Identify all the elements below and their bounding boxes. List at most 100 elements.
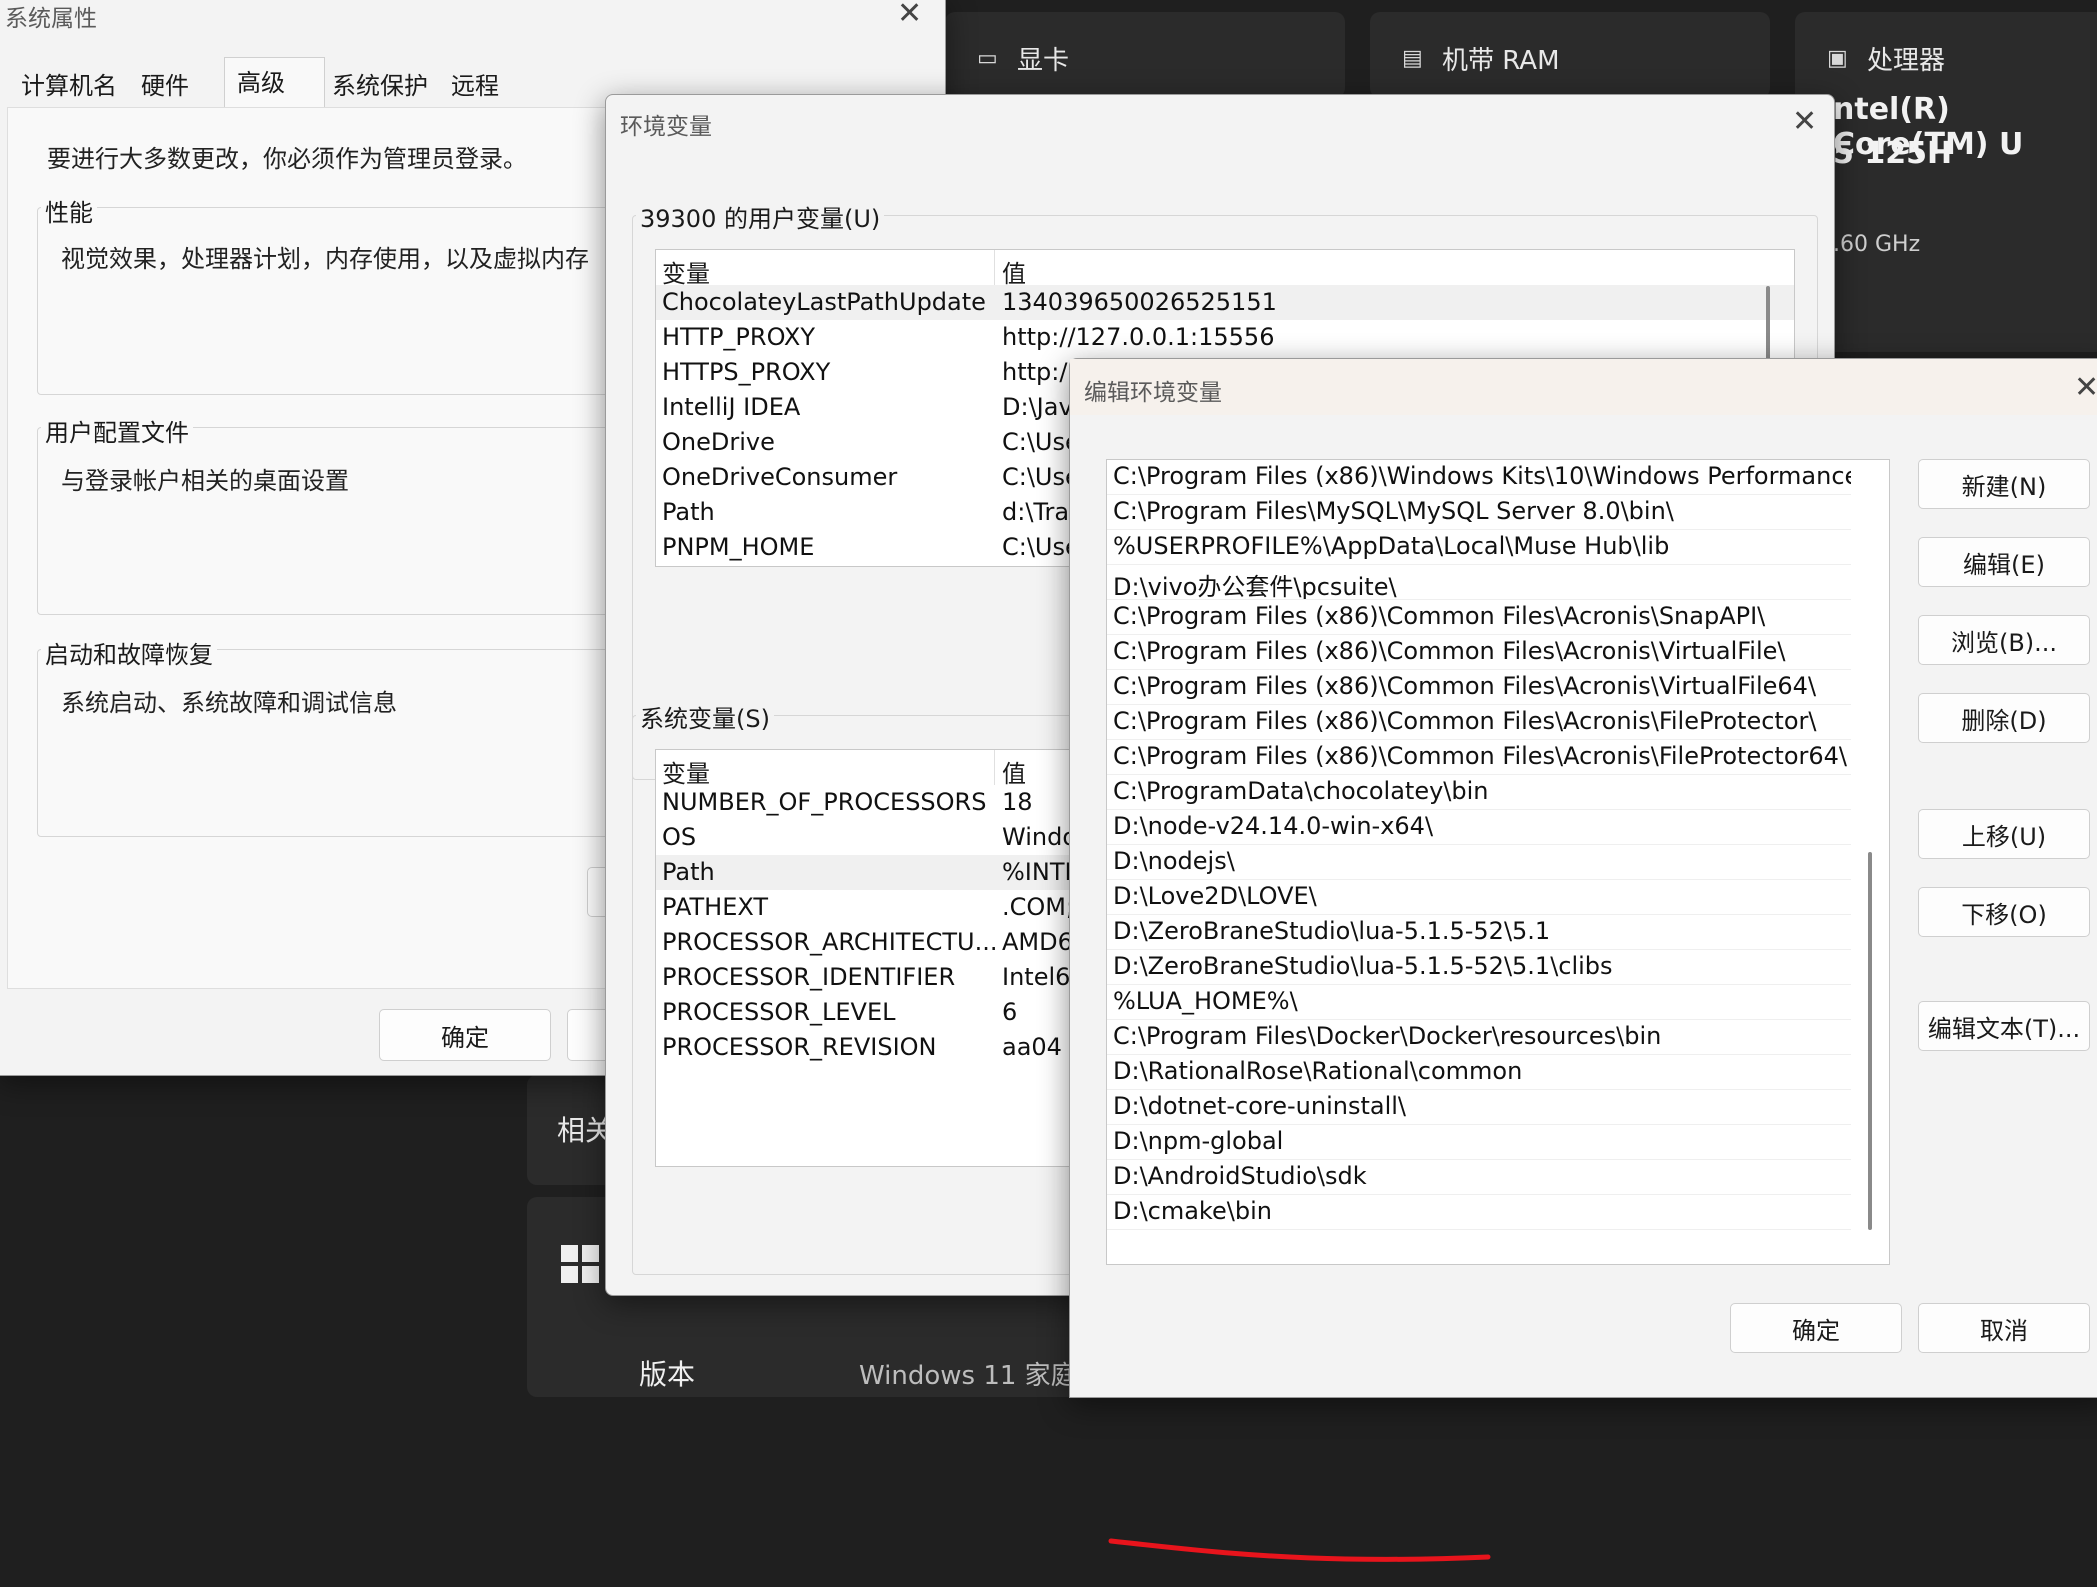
variable-value: http://127.0.0.1:15556 — [1002, 323, 1275, 351]
path-item[interactable]: D:\dotnet-core-uninstall\ — [1107, 1090, 1851, 1125]
edition-label: 版本 — [639, 1358, 696, 1391]
gpu-card-label: 显卡 — [1017, 46, 1070, 76]
header-divider — [994, 750, 995, 785]
memory-icon: ▤ — [1402, 46, 1423, 71]
variable-name: PNPM_HOME — [662, 533, 815, 561]
gpu-icon: ▭ — [977, 46, 998, 71]
col-value-header[interactable]: 值 — [1002, 254, 1026, 289]
path-item[interactable]: D:\AndroidStudio\sdk — [1107, 1160, 1851, 1195]
variable-value: 6 — [1002, 998, 1018, 1026]
path-item[interactable]: C:\Program Files\MySQL\MySQL Server 8.0\… — [1107, 495, 1851, 530]
path-text: %USERPROFILE%\AppData\Local\Muse Hub\lib — [1113, 532, 1670, 560]
variable-name: PROCESSOR_REVISION — [662, 1033, 937, 1061]
move-up-button[interactable]: 上移(U) — [1918, 809, 2090, 859]
col-value-header[interactable]: 值 — [1002, 754, 1026, 789]
browse-button[interactable]: 浏览(B)... — [1918, 615, 2090, 665]
path-text: C:\Program Files\Docker\Docker\resources… — [1113, 1022, 1662, 1050]
memory-card[interactable]: ▤ 机带 RAM — [1370, 12, 1770, 98]
path-item[interactable]: C:\Program Files (x86)\Windows Kits\10\W… — [1107, 460, 1851, 495]
variable-name: OneDriveConsumer — [662, 463, 898, 491]
col-variable-header[interactable]: 变量 — [662, 754, 710, 789]
path-item[interactable]: D:\npm-global — [1107, 1125, 1851, 1160]
path-item[interactable]: C:\Program Files (x86)\Common Files\Acro… — [1107, 705, 1851, 740]
path-item[interactable]: C:\Program Files (x86)\Common Files\Acro… — [1107, 670, 1851, 705]
variable-name: HTTPS_PROXY — [662, 358, 831, 386]
path-text: C:\Program Files (x86)\Common Files\Acro… — [1113, 742, 1848, 770]
path-item[interactable]: D:\cmake\bin — [1107, 1195, 1851, 1230]
move-down-button[interactable]: 下移(O) — [1918, 887, 2090, 937]
path-item[interactable]: D:\Love2D\LOVE\ — [1107, 880, 1851, 915]
tab-advanced[interactable]: 高级 — [237, 63, 285, 98]
close-icon[interactable]: ✕ — [2074, 373, 2097, 403]
scrollbar-thumb[interactable] — [1766, 286, 1770, 366]
path-list[interactable]: C:\Program Files (x86)\Windows Kits\10\W… — [1106, 459, 1890, 1265]
variable-name: OS — [662, 823, 697, 851]
path-text: C:\Program Files (x86)\Common Files\Acro… — [1113, 637, 1786, 665]
table-row[interactable]: HTTP_PROXY http://127.0.0.1:15556 — [656, 320, 1794, 355]
path-item[interactable]: C:\ProgramData\chocolatey\bin — [1107, 775, 1851, 810]
variable-name: IntelliJ IDEA — [662, 393, 801, 421]
path-item[interactable]: D:\ZeroBraneStudio\lua-5.1.5-52\5.1 — [1107, 915, 1851, 950]
edit-env-var-window: 编辑环境变量 ✕ C:\Program Files (x86)\Windows … — [1069, 358, 2097, 1562]
tab-remote[interactable]: 远程 — [451, 66, 499, 101]
path-item[interactable]: D:\vivo办公套件\pcsuite\ — [1107, 565, 1851, 600]
cpu-speed: .60 GHz — [1833, 232, 1921, 257]
ok-button[interactable]: 确定 — [1730, 1303, 1902, 1353]
memory-card-label: 机带 RAM — [1442, 46, 1560, 76]
delete-button[interactable]: 删除(D) — [1918, 693, 2090, 743]
variable-value: 134039650026525151 — [1002, 288, 1277, 316]
path-item[interactable]: D:\ZeroBraneStudio\lua-5.1.5-52\5.1\clib… — [1107, 950, 1851, 985]
path-item[interactable]: C:\Program Files (x86)\Common Files\Acro… — [1107, 600, 1851, 635]
variable-value: aa04 — [1002, 1033, 1062, 1061]
path-text: D:\cmake\bin — [1113, 1197, 1272, 1225]
header-divider — [994, 250, 995, 285]
path-text: %LUA_HOME%\ — [1113, 987, 1298, 1015]
variable-value: 18 — [1002, 788, 1033, 816]
path-text: C:\Program Files (x86)\Windows Kits\10\W… — [1113, 462, 1851, 490]
variable-name: ChocolateyLastPathUpdate — [662, 288, 986, 316]
path-item[interactable]: C:\Program Files (x86)\Common Files\Acro… — [1107, 740, 1851, 775]
variable-value: .COM; — [1002, 893, 1075, 921]
variable-name: PROCESSOR_LEVEL — [662, 998, 896, 1026]
path-text: C:\ProgramData\chocolatey\bin — [1113, 777, 1489, 805]
cancel-button[interactable]: 取消 — [1918, 1303, 2090, 1353]
table-row[interactable]: ChocolateyLastPathUpdate 1340396500265251… — [656, 285, 1794, 320]
variable-name: NUMBER_OF_PROCESSORS — [662, 788, 987, 816]
new-button[interactable]: 新建(N) — [1918, 459, 2090, 509]
variable-name: Path — [662, 498, 715, 526]
path-text: C:\Program Files (x86)\Common Files\Acro… — [1113, 672, 1817, 700]
path-item[interactable]: C:\Program Files\Docker\Docker\resources… — [1107, 1020, 1851, 1055]
col-variable-header[interactable]: 变量 — [662, 254, 710, 289]
close-icon[interactable]: ✕ — [1792, 107, 1817, 137]
edit-button[interactable]: 编辑(E) — [1918, 537, 2090, 587]
user-vars-title: 39300 的用户变量(U) — [636, 199, 885, 234]
path-text: D:\Love2D\LOVE\ — [1113, 882, 1317, 910]
path-item[interactable]: D:\node-v24.14.0-win-x64\ — [1107, 810, 1851, 845]
close-icon[interactable]: ✕ — [897, 0, 922, 29]
red-underline-annotation — [1108, 1538, 1491, 1562]
ok-button[interactable]: 确定 — [379, 1009, 551, 1061]
path-item[interactable]: D:\RationalRose\Rational\common — [1107, 1055, 1851, 1090]
variable-value: Windo — [1002, 823, 1077, 851]
startup-recovery-title: 启动和故障恢复 — [41, 635, 217, 670]
cpu-model-line2: 5 125H — [1833, 136, 1953, 171]
processor-card[interactable]: ▣ 处理器 — [1795, 12, 2097, 352]
path-text: C:\Program Files (x86)\Common Files\Acro… — [1113, 707, 1817, 735]
env-vars-title: 环境变量 — [620, 114, 712, 140]
system-vars-title: 系统变量(S) — [636, 699, 774, 734]
tab-hardware[interactable]: 硬件 — [141, 66, 189, 101]
path-item[interactable]: D:\nodejs\ — [1107, 845, 1851, 880]
path-item[interactable]: C:\Program Files (x86)\Common Files\Acro… — [1107, 635, 1851, 670]
gpu-card[interactable]: ▭ 显卡 — [945, 12, 1345, 98]
tab-computer-name[interactable]: 计算机名 — [21, 66, 117, 101]
path-item[interactable]: %LUA_HOME%\ — [1107, 985, 1851, 1020]
startup-recovery-text: 系统启动、系统故障和调试信息 — [61, 689, 397, 717]
tab-system-protection[interactable]: 系统保护 — [332, 66, 428, 101]
performance-text: 视觉效果，处理器计划，内存使用，以及虚拟内存 — [61, 245, 589, 273]
path-text: D:\RationalRose\Rational\common — [1113, 1057, 1523, 1085]
edit-text-button[interactable]: 编辑文本(T)... — [1918, 1001, 2090, 1051]
user-profiles-text: 与登录帐户相关的桌面设置 — [61, 467, 349, 495]
path-item[interactable]: %USERPROFILE%\AppData\Local\Muse Hub\lib — [1107, 530, 1851, 565]
path-text: C:\Program Files\MySQL\MySQL Server 8.0\… — [1113, 497, 1674, 525]
scrollbar-thumb[interactable] — [1868, 852, 1872, 1230]
